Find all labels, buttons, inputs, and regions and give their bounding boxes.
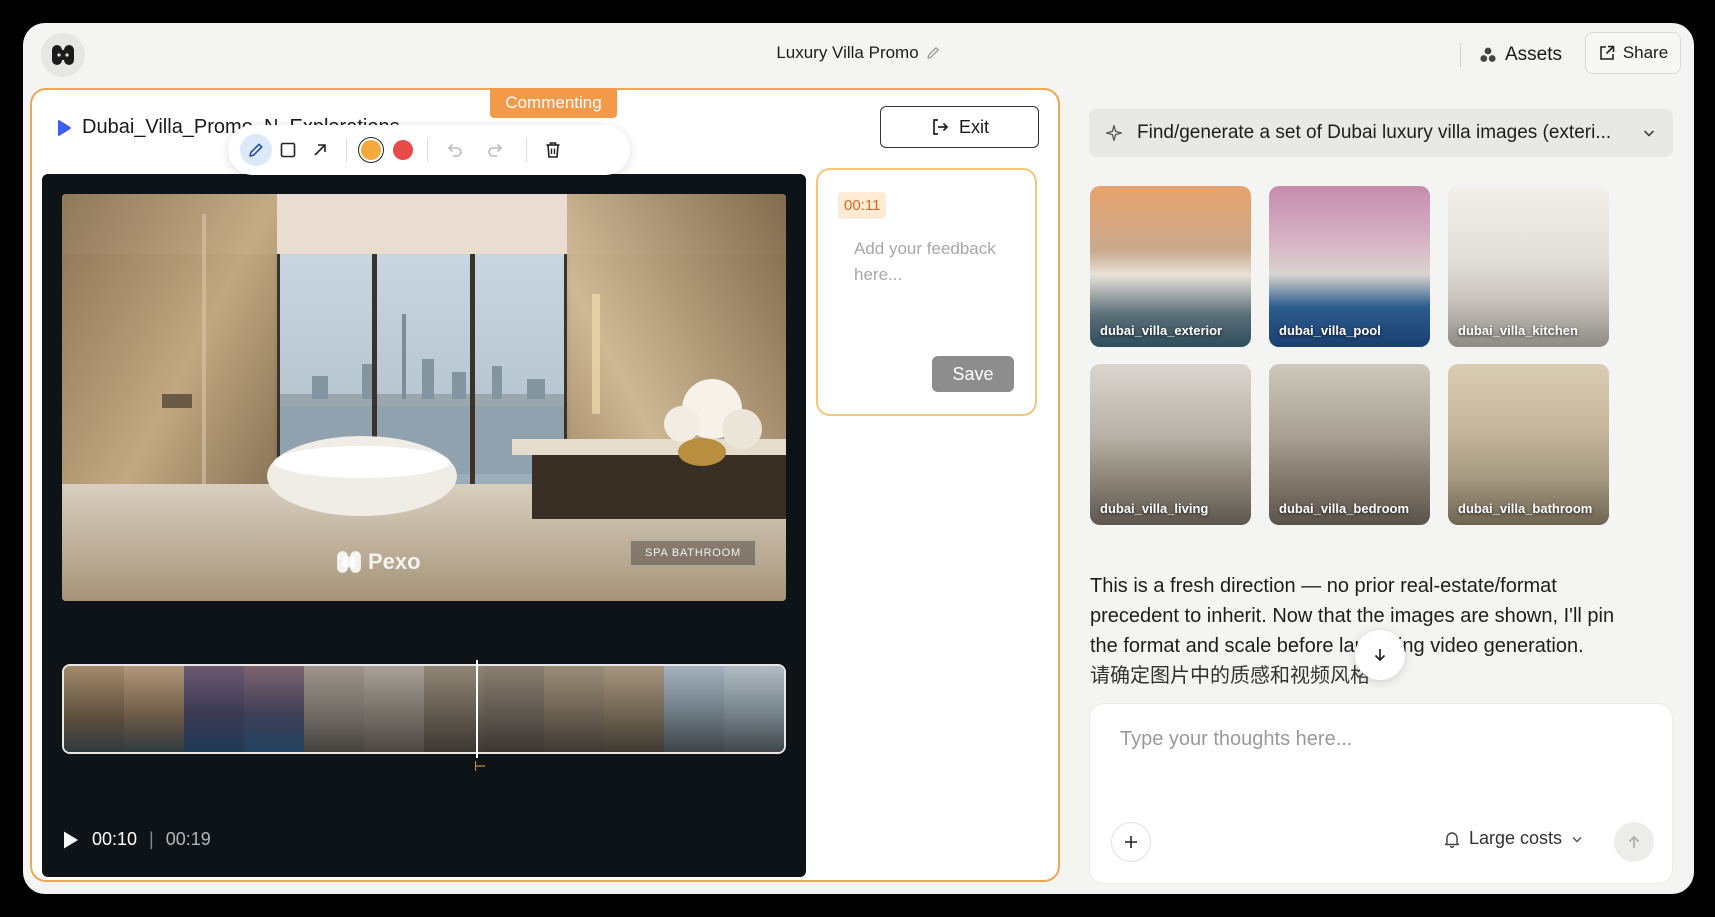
share-button[interactable]: Share [1585, 32, 1681, 74]
delete-button[interactable] [537, 134, 569, 166]
toolbar-divider [427, 138, 428, 162]
gallery-image[interactable]: dubai_villa_living [1090, 364, 1251, 525]
message-input[interactable] [1120, 728, 1640, 788]
exit-button[interactable]: Exit [880, 106, 1039, 148]
image-caption: dubai_villa_bathroom [1458, 501, 1593, 516]
assets-button[interactable]: Assets [1479, 37, 1562, 73]
doc-title-wrap: Luxury Villa Promo [23, 43, 1694, 63]
timeline-thumbnail [484, 666, 544, 752]
image-caption: dubai_villa_bedroom [1279, 501, 1410, 516]
color-swatch-red[interactable] [393, 140, 413, 160]
assistant-message: This is a fresh direction — no prior rea… [1090, 571, 1620, 719]
attach-button[interactable] [1111, 822, 1151, 862]
chevron-down-icon [1572, 836, 1582, 843]
timeline-thumbnail [664, 666, 724, 752]
timeline-thumbnail [724, 666, 784, 752]
undo-button[interactable] [438, 134, 470, 166]
prompt-summary-bar[interactable]: Find/generate a set of Dubai luxury vill… [1089, 109, 1673, 157]
message-composer: Large costs [1090, 704, 1672, 883]
playhead[interactable] [476, 660, 478, 758]
arrow-down-icon [1374, 649, 1386, 662]
pexo-logo-icon [337, 551, 361, 573]
image-caption: dubai_villa_living [1100, 501, 1209, 516]
comment-timestamp: 00:11 [838, 192, 887, 219]
video-player: Pexo SPA BATHROOM ⊢ 00:10 | 00:19 [42, 174, 806, 877]
square-icon [280, 142, 296, 158]
color-swatch-orange[interactable] [361, 140, 381, 160]
toolbar-divider [346, 138, 347, 162]
assets-icon [1480, 47, 1496, 62]
plus-icon [1125, 836, 1137, 848]
watermark-text: Pexo [368, 549, 421, 574]
exit-icon [933, 119, 949, 135]
toolbar-divider [526, 138, 527, 162]
mode-tag: Commenting [490, 88, 617, 118]
pen-tool-button[interactable] [240, 134, 272, 166]
app-window: Luxury Villa Promo Assets Share Commenti… [23, 23, 1694, 894]
watermark: Pexo [336, 549, 421, 575]
time-separator: | [149, 829, 154, 849]
share-external-icon [1600, 45, 1615, 60]
header-divider [1460, 43, 1461, 67]
timeline-thumbnail [604, 666, 664, 752]
gallery-image[interactable]: dubai_villa_bedroom [1269, 364, 1430, 525]
image-caption: dubai_villa_kitchen [1458, 323, 1578, 338]
assistant-message-cjk: 请确定图片中的质感和视频风格 [1090, 665, 1370, 687]
image-caption: dubai_villa_pool [1279, 323, 1381, 338]
gallery-image[interactable]: dubai_villa_pool [1269, 186, 1430, 347]
pencil-icon [249, 143, 263, 157]
arrow-tool-button[interactable] [304, 134, 336, 166]
video-frame[interactable]: Pexo SPA BATHROOM [62, 194, 786, 601]
edit-pencil-icon[interactable] [925, 45, 941, 61]
image-gallery: dubai_villa_exterior dubai_villa_pool du… [1090, 186, 1614, 525]
doc-title: Luxury Villa Promo [776, 43, 919, 62]
trim-handle-icon[interactable]: ⊢ [474, 758, 486, 775]
feedback-input[interactable] [854, 236, 1004, 336]
cost-mode-label: Large costs [1469, 828, 1563, 848]
play-icon[interactable] [62, 830, 80, 850]
image-caption: dubai_villa_exterior [1100, 323, 1223, 338]
playback-controls: 00:10 | 00:19 [62, 829, 211, 850]
chevron-down-icon [1643, 130, 1655, 137]
arrow-up-right-icon [314, 144, 326, 156]
timeline-thumbnail [364, 666, 424, 752]
share-label: Share [1622, 43, 1669, 62]
send-button[interactable] [1614, 822, 1654, 862]
redo-icon [488, 143, 503, 157]
comment-card: 00:11 Save [816, 168, 1037, 416]
gallery-image[interactable]: dubai_villa_kitchen [1448, 186, 1609, 347]
redo-button[interactable] [480, 134, 512, 166]
exit-label: Exit [958, 116, 989, 137]
rectangle-tool-button[interactable] [272, 134, 304, 166]
timeline-thumbnail [124, 666, 184, 752]
scroll-to-bottom-button[interactable] [1355, 630, 1405, 680]
arrow-up-icon [1628, 835, 1640, 848]
video-file-icon [58, 119, 71, 136]
timeline-thumbnail [184, 666, 244, 752]
timeline-strip[interactable] [62, 664, 786, 754]
undo-icon [447, 143, 462, 157]
timeline-thumbnail [244, 666, 304, 752]
current-time: 00:10 [92, 829, 138, 849]
assets-label: Assets [1505, 44, 1563, 65]
bell-icon [1444, 831, 1460, 848]
sparkle-icon [1105, 124, 1123, 142]
annotation-toolbar [228, 125, 630, 175]
timeline-thumbnail [304, 666, 364, 752]
total-duration: 00:19 [165, 829, 211, 849]
gallery-image[interactable]: dubai_villa_exterior [1090, 186, 1251, 347]
prompt-summary-text: Find/generate a set of Dubai luxury vill… [1137, 122, 1612, 143]
timeline-thumbnail [424, 666, 484, 752]
timeline-thumbnail [64, 666, 124, 752]
cost-mode-dropdown[interactable]: Large costs [1443, 828, 1584, 849]
timeline-thumbnail [544, 666, 604, 752]
video-editor-panel: Commenting Dubai_Villa_Promo_N_Explorati… [30, 88, 1060, 882]
save-comment-button[interactable]: Save [932, 356, 1014, 392]
trash-icon [546, 142, 560, 158]
scene-label: SPA BATHROOM [630, 540, 756, 566]
gallery-image[interactable]: dubai_villa_bathroom [1448, 364, 1609, 525]
